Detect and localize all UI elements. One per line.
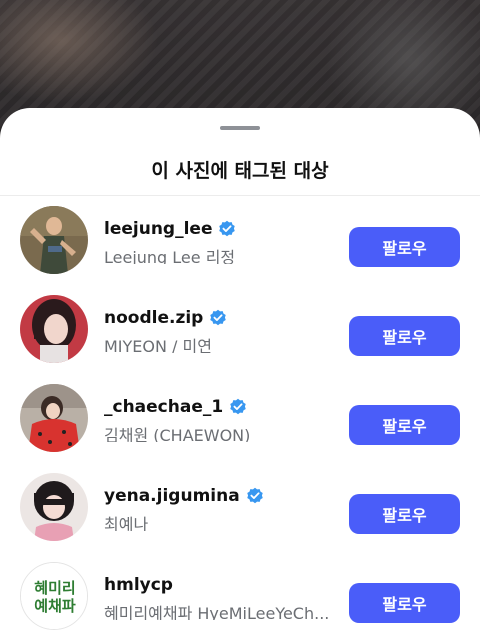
sheet-title: 이 사진에 태그된 대상 — [151, 160, 329, 182]
avatar[interactable] — [20, 384, 88, 452]
list-item[interactable]: yena.jigumina 최예나 팔로우 — [0, 463, 480, 552]
full-name: 김채원 (CHAEWON) — [104, 426, 251, 442]
avatar[interactable] — [20, 473, 88, 541]
tagged-people-sheet: 이 사진에 태그된 대상 leejung_lee Leejung Lee 리정 … — [0, 108, 480, 638]
tagged-user-list: leejung_lee Leejung Lee 리정 팔로우 noodle.zi… — [0, 196, 480, 638]
list-item[interactable]: _chaechae_1 김채원 (CHAEWON) 팔로우 — [0, 374, 480, 463]
verified-badge-icon — [230, 398, 246, 415]
user-text: _chaechae_1 김채원 (CHAEWON) — [104, 396, 334, 442]
user-text: hmlycp 혜미리예채파 HyeMiLeeYeCh... — [104, 574, 334, 620]
full-name: MIYEON / 미연 — [104, 337, 212, 353]
follow-button[interactable]: 팔로우 — [349, 583, 460, 623]
hmlycp-logo: 혜미리 예채파 — [21, 563, 87, 629]
user-text: noodle.zip MIYEON / 미연 — [104, 307, 334, 353]
avatar[interactable]: 혜미리 예채파 — [20, 562, 88, 630]
sheet-grabber-handle[interactable] — [220, 126, 260, 130]
username[interactable]: noodle.zip — [104, 308, 203, 328]
verified-badge-icon — [210, 309, 227, 326]
list-item[interactable]: 혜미리 예채파 hmlycp 혜미리예채파 HyeMiLeeYeCh... 팔로… — [0, 552, 480, 638]
user-text: leejung_lee Leejung Lee 리정 — [104, 218, 334, 264]
username[interactable]: hmlycp — [104, 575, 173, 595]
follow-button[interactable]: 팔로우 — [349, 316, 460, 356]
verified-badge-icon — [219, 220, 236, 237]
list-item[interactable]: noodle.zip MIYEON / 미연 팔로우 — [0, 285, 480, 374]
logo-text-line-2: 예채파 — [34, 597, 76, 615]
full-name: Leejung Lee 리정 — [104, 248, 236, 264]
username[interactable]: yena.jigumina — [104, 486, 240, 506]
avatar[interactable] — [20, 295, 88, 363]
user-text: yena.jigumina 최예나 — [104, 485, 334, 531]
verified-badge-icon — [246, 487, 263, 504]
full-name: 최예나 — [104, 515, 149, 531]
follow-button[interactable]: 팔로우 — [349, 227, 460, 267]
full-name: 혜미리예채파 HyeMiLeeYeCh... — [104, 604, 330, 620]
follow-button[interactable]: 팔로우 — [349, 494, 460, 534]
username[interactable]: _chaechae_1 — [104, 397, 223, 417]
logo-text-line-1: 혜미리 — [34, 579, 75, 597]
avatar[interactable] — [20, 206, 88, 274]
list-item[interactable]: leejung_lee Leejung Lee 리정 팔로우 — [0, 196, 480, 285]
username[interactable]: leejung_lee — [104, 219, 212, 239]
follow-button[interactable]: 팔로우 — [349, 405, 460, 445]
